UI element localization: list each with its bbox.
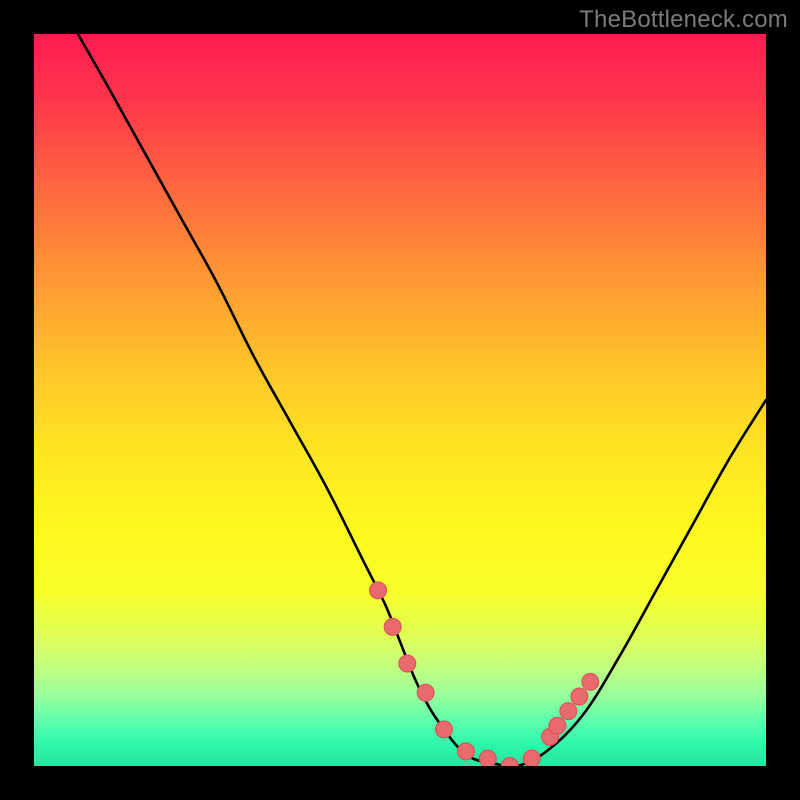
marker-dot [479, 750, 496, 766]
plot-svg [34, 34, 766, 766]
marker-dot [560, 703, 577, 720]
marker-dot [417, 684, 434, 701]
marker-dot [435, 721, 452, 738]
marker-dot [457, 743, 474, 760]
marker-dot [399, 655, 416, 672]
marker-dot [549, 717, 566, 734]
marker-dot [523, 750, 540, 766]
plot-area [34, 34, 766, 766]
marker-dot [571, 688, 588, 705]
bottleneck-curve [78, 34, 766, 766]
marker-dot [370, 582, 387, 599]
marker-group [370, 582, 599, 766]
marker-dot [501, 758, 518, 767]
marker-dot [384, 618, 401, 635]
chart-stage: TheBottleneck.com [0, 0, 800, 800]
marker-dot [582, 673, 599, 690]
watermark-text: TheBottleneck.com [579, 6, 788, 34]
